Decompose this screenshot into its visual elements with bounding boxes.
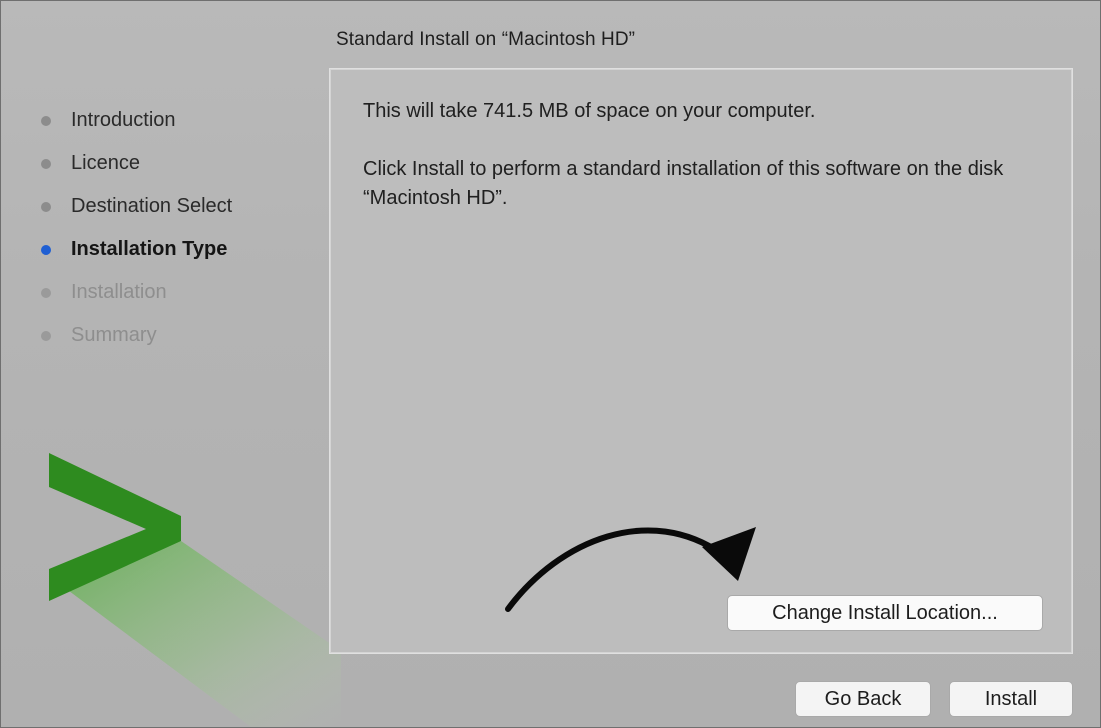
content-panel: This will take 741.5 MB of space on your… xyxy=(329,68,1073,654)
step-list: Introduction Licence Destination Select … xyxy=(39,106,232,364)
step-introduction: Introduction xyxy=(39,106,232,149)
step-dot-icon xyxy=(41,159,51,169)
go-back-button[interactable]: Go Back xyxy=(795,681,931,717)
step-label: Installation Type xyxy=(71,238,228,260)
window-title: Standard Install on “Macintosh HD” xyxy=(336,29,636,50)
step-label: Installation xyxy=(71,281,167,303)
step-dot-icon xyxy=(41,116,51,126)
step-destination-select: Destination Select xyxy=(39,192,232,235)
step-dot-icon xyxy=(41,288,51,298)
step-summary: Summary xyxy=(39,321,232,364)
step-installation: Installation xyxy=(39,278,232,321)
step-dot-icon xyxy=(41,202,51,212)
panel-text: This will take 741.5 MB of space on your… xyxy=(363,97,1053,242)
install-description: Click Install to perform a standard inst… xyxy=(363,158,1004,209)
step-label: Licence xyxy=(71,152,140,174)
step-licence: Licence xyxy=(39,149,232,192)
step-label: Destination Select xyxy=(71,195,233,217)
space-required-message: This will take 741.5 MB of space on your… xyxy=(363,100,816,122)
sidebar: Introduction Licence Destination Select … xyxy=(1,1,341,727)
active-step-dot-icon xyxy=(41,245,51,255)
change-install-location-button[interactable]: Change Install Location... xyxy=(727,595,1043,631)
step-label: Summary xyxy=(71,324,157,346)
step-dot-icon xyxy=(41,331,51,341)
step-installation-type: Installation Type xyxy=(39,235,232,278)
installer-window: Standard Install on “Macintosh HD” Intro… xyxy=(0,0,1101,728)
step-label: Introduction xyxy=(71,109,176,131)
install-button[interactable]: Install xyxy=(949,681,1073,717)
